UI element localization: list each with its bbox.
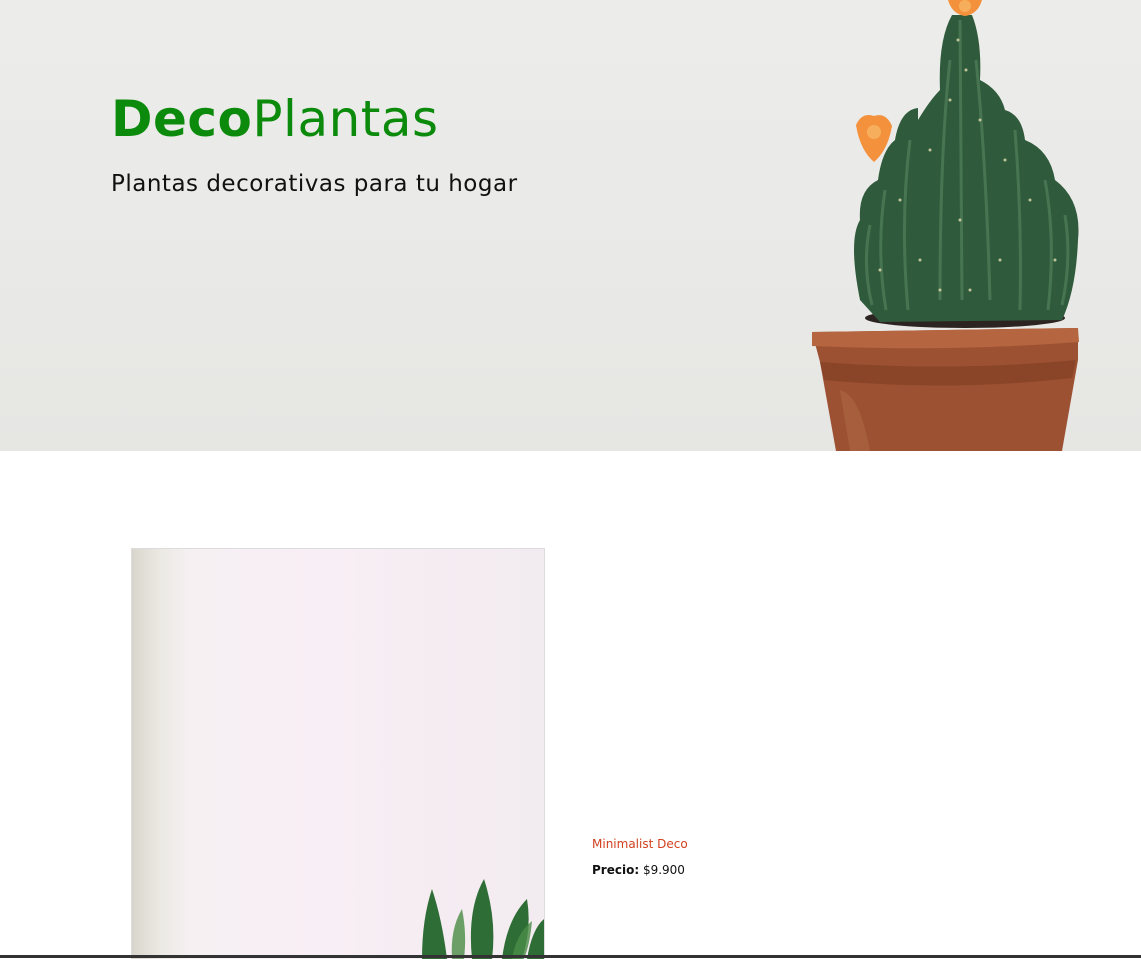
site-logo[interactable]: DecoPlantas [111, 88, 439, 150]
brand-plantas: Plantas [252, 90, 439, 148]
hero-banner: DecoPlantas Plantas decorativas para tu … [0, 0, 1141, 451]
price-value: $9.900 [642, 863, 685, 877]
product-image[interactable] [131, 548, 545, 959]
hero-tagline: Plantas decorativas para tu hogar [111, 171, 518, 197]
brand-deco: Deco [111, 90, 253, 148]
product-name-link[interactable]: Minimalist Deco [592, 836, 688, 853]
cactus-image [812, 0, 1079, 451]
product-price: Precio: $9.900 [592, 862, 685, 879]
snake-plant-leaves [422, 879, 544, 959]
price-label: Precio: [592, 863, 640, 877]
